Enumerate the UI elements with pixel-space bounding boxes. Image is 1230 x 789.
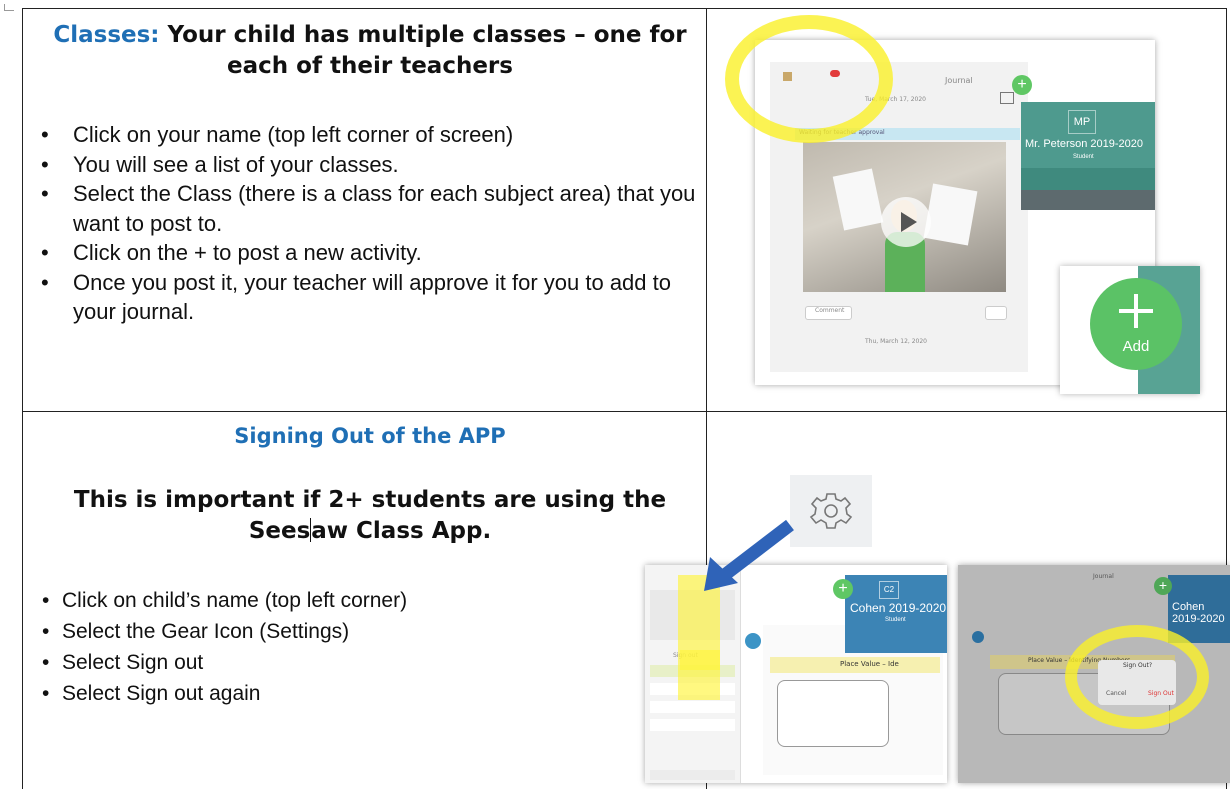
layout-corner-mark bbox=[4, 4, 14, 11]
add-zoom-panel: Add bbox=[1060, 266, 1200, 394]
list-item: Select the Class (there is a class for e… bbox=[33, 179, 703, 238]
gear-zoom-panel bbox=[790, 475, 872, 547]
small-add-icon[interactable]: + bbox=[1154, 577, 1172, 595]
classes-heading-text: Your child has multiple classes – one fo… bbox=[159, 22, 687, 79]
table-row-divider bbox=[22, 411, 1227, 412]
gear-icon bbox=[809, 493, 853, 529]
grid-icon bbox=[1000, 92, 1014, 104]
play-icon[interactable] bbox=[881, 197, 931, 247]
class-list-item[interactable] bbox=[650, 701, 735, 713]
sign-out-instructions: Click on child’s name (top left corner) … bbox=[40, 585, 640, 709]
classes-label: Classes: bbox=[53, 22, 160, 48]
class-avatar: C2 bbox=[879, 581, 899, 599]
small-add-icon[interactable]: + bbox=[1012, 75, 1032, 95]
list-item: Click on child’s name (top left corner) bbox=[40, 585, 640, 616]
arrow-pointer bbox=[704, 519, 794, 591]
class-list-item[interactable] bbox=[650, 719, 735, 731]
list-item: Select Sign out bbox=[40, 647, 640, 678]
qr-code-row[interactable] bbox=[650, 770, 735, 780]
add-label: Add bbox=[1122, 338, 1150, 355]
list-item: Once you post it, your teacher will appr… bbox=[33, 268, 703, 327]
highlight-sign-out bbox=[680, 650, 720, 670]
class-role: Student bbox=[1073, 154, 1094, 160]
highlight-circle-dialog bbox=[1065, 625, 1209, 729]
add-button[interactable]: Add bbox=[1090, 278, 1182, 370]
paper-right bbox=[923, 183, 978, 246]
more-options-button[interactable] bbox=[985, 306, 1007, 320]
comment-label: Comment bbox=[815, 307, 845, 314]
small-add-icon[interactable]: + bbox=[833, 579, 853, 599]
list-item: You will see a list of your classes. bbox=[33, 150, 703, 180]
journal-date-2: Thu, March 12, 2020 bbox=[865, 338, 928, 345]
class-role: Student bbox=[885, 617, 906, 623]
highlight-circle bbox=[725, 15, 893, 143]
class-name: Mr. Peterson 2019-2020 bbox=[1025, 138, 1144, 150]
worksheet bbox=[777, 680, 889, 747]
post-photo bbox=[803, 142, 1006, 292]
user-avatar bbox=[745, 633, 761, 649]
list-item: Click on the + to post a new activity. bbox=[33, 238, 703, 268]
journal-header: Journal bbox=[945, 76, 973, 85]
table-left-border bbox=[22, 9, 23, 789]
signing-out-heading: Signing Out of the APP bbox=[234, 424, 506, 448]
class-panel-user-row bbox=[1021, 190, 1155, 210]
subheading-part2: aw Class App. bbox=[311, 518, 492, 544]
signing-out-subheading: This is important if 2+ students are usi… bbox=[40, 485, 700, 547]
class-name: Cohen 2019-2020 bbox=[850, 601, 947, 615]
class-name: Cohen 2019-2020 bbox=[1172, 601, 1225, 625]
classes-instructions: Click on your name (top left corner of s… bbox=[33, 120, 703, 327]
list-item: Select Sign out again bbox=[40, 678, 640, 709]
list-item: Select the Gear Icon (Settings) bbox=[40, 616, 640, 647]
list-item: Click on your name (top left corner of s… bbox=[33, 120, 703, 150]
classes-heading: Classes: Your child has multiple classes… bbox=[40, 20, 700, 82]
class-avatar: MP bbox=[1068, 110, 1096, 134]
paper-left bbox=[832, 168, 884, 231]
class-panel-footer bbox=[1021, 168, 1155, 190]
journal-header: Journal bbox=[1093, 573, 1114, 580]
activity-title: Place Value – Ide bbox=[840, 660, 899, 668]
user-avatar bbox=[972, 631, 984, 643]
plus-icon-bar bbox=[1119, 309, 1153, 313]
